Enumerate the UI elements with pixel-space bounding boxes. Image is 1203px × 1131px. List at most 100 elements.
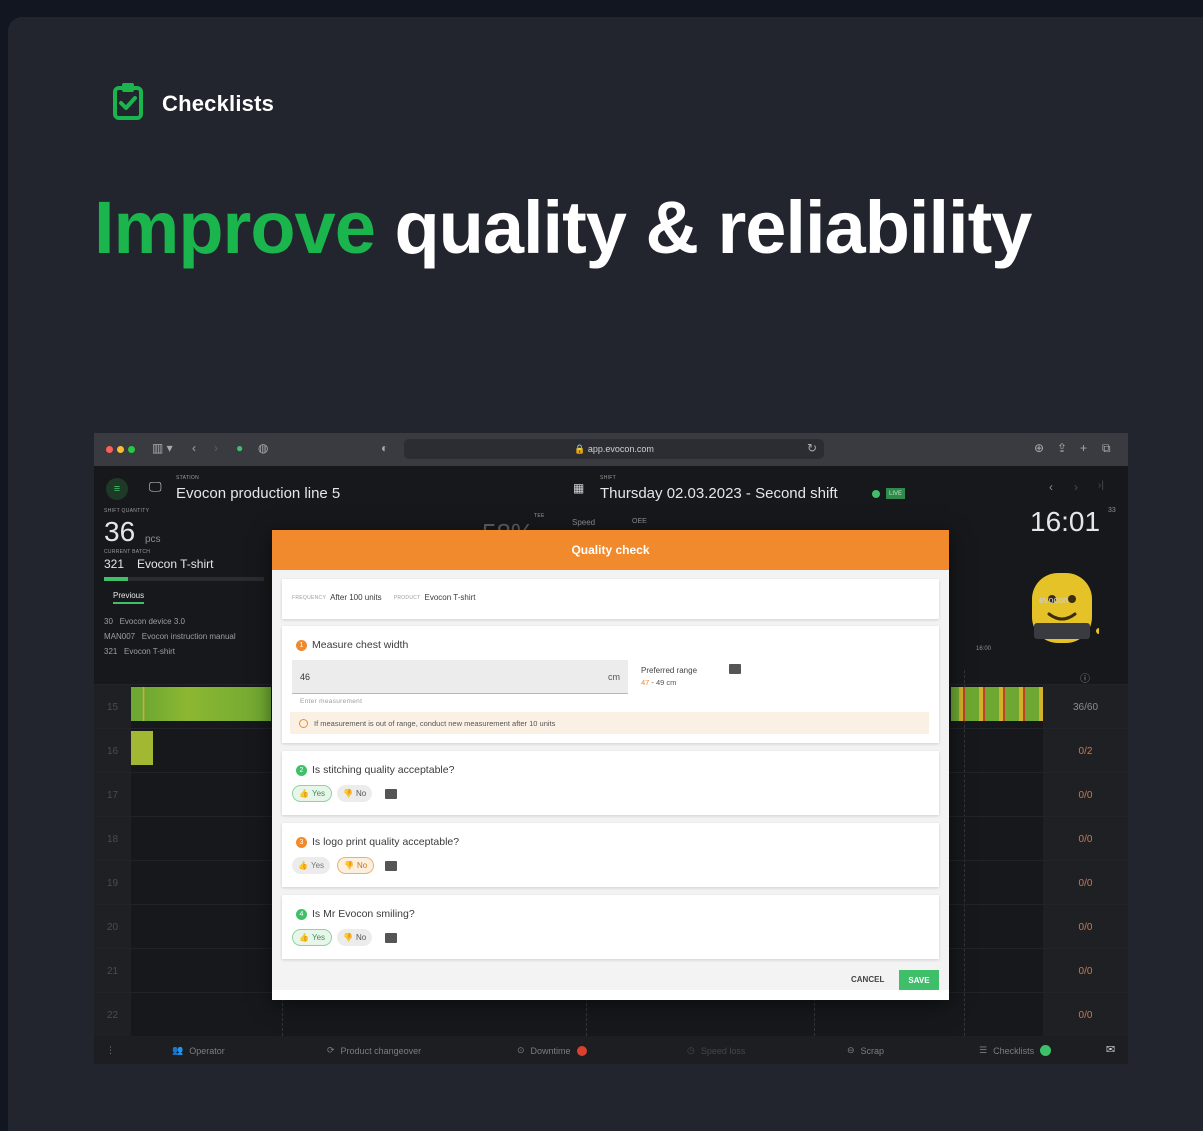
clipboard-check-icon (112, 82, 144, 125)
thumbs-up-icon: 👍 (299, 789, 309, 798)
time-axis-label: 16:00 (976, 646, 992, 652)
row-hour: 20 (94, 905, 131, 949)
range-rest: - 49 cm (649, 678, 677, 687)
cancel-button[interactable]: CANCEL (851, 975, 884, 984)
more-icon[interactable]: ⋮ (106, 1045, 115, 1056)
production-bar[interactable] (131, 687, 271, 721)
speed-loss-label: Speed loss (700, 1045, 746, 1056)
last-shift-icon[interactable]: ›| (1098, 480, 1104, 491)
lock-icon: 🔒 (574, 443, 588, 454)
measurement-warning: If measurement is out of range, conduct … (290, 712, 929, 734)
downtime-button[interactable]: ⊙ Downtime (517, 1045, 587, 1056)
yes-button[interactable]: 👍 Yes (292, 785, 333, 802)
row-count: 0/0 (1043, 993, 1128, 1037)
yes-label: Yes (311, 789, 326, 798)
extension-icon[interactable]: ● (236, 441, 243, 455)
maximize-dot-icon[interactable] (128, 446, 135, 453)
menu-icon[interactable]: ≡ (106, 478, 128, 500)
production-bar[interactable] (951, 687, 1043, 721)
speed-label: Speed (572, 518, 596, 527)
row-count: 0/0 (1043, 949, 1128, 993)
headline-accent: Improve (94, 186, 376, 269)
comment-icon[interactable] (385, 933, 397, 943)
measurement-unit: cm (608, 672, 620, 682)
dialog-body: FREQUENCY After 100 units PRODUCT Evocon… (272, 570, 949, 990)
thumbs-up-icon: 👍 (298, 861, 308, 870)
close-dot-icon[interactable] (106, 446, 113, 453)
measurement-input[interactable]: 46 cm (292, 660, 628, 694)
dialog-title: Quality check (272, 530, 949, 570)
speed-loss-button[interactable]: ◷ Speed loss (687, 1045, 745, 1056)
no-button[interactable]: 👎 No (337, 929, 373, 946)
save-button[interactable]: SAVE (899, 970, 939, 990)
yes-label: Yes (310, 861, 325, 870)
page-headline: Improve quality & reliability (94, 185, 1032, 270)
download-icon[interactable]: ⊕ (1034, 441, 1044, 455)
forward-icon[interactable]: › (214, 441, 218, 455)
address-bar[interactable]: 🔒 app.evocon.com (404, 439, 824, 459)
oee-label: TEE (534, 513, 545, 519)
measurement-value: 46 (300, 672, 311, 682)
shield-icon[interactable]: ◍ (258, 441, 268, 455)
live-dot-icon (872, 490, 880, 498)
clock-seconds: 33 (1108, 507, 1116, 514)
range-label: Preferred range (641, 666, 698, 675)
yes-button[interactable]: 👍 Yes (292, 857, 331, 874)
question-card-3: 3 Is logo print quality acceptable? 👍 Yes… (282, 823, 939, 887)
mail-icon[interactable]: ✉ (1106, 1043, 1115, 1056)
yes-button[interactable]: 👍 Yes (292, 929, 333, 946)
changeover-button[interactable]: ⟳ Product changeover (327, 1045, 421, 1056)
tab-previous[interactable]: Previous (113, 591, 145, 604)
current-batch-label: CURRENT BATCH (104, 549, 151, 555)
row-hour: 17 (94, 773, 131, 817)
oee2-label: OEE (632, 518, 647, 525)
comment-icon[interactable] (385, 861, 397, 871)
browser-toolbar: ▥ ▾ ‹ › ● ◍ ◐ 🔒 app.evocon.com ↻ ⊕ ⇪ + ⧉ (94, 433, 1128, 466)
checklist-info: FREQUENCY After 100 units PRODUCT Evocon… (282, 579, 939, 619)
privacy-icon[interactable]: ◐ (381, 441, 388, 455)
production-bar[interactable] (131, 731, 153, 765)
frequency-value: After 100 units (330, 593, 382, 602)
headline-rest: quality & reliability (394, 186, 1032, 269)
list-item: 321 Evocon T-shirt (104, 647, 176, 656)
station-label: STATION (176, 475, 200, 481)
tabs-overview-icon[interactable]: ⧉ (1102, 441, 1111, 456)
comment-icon[interactable] (385, 789, 397, 799)
thumbs-down-icon: 👎 (343, 933, 353, 942)
row-hour: 18 (94, 817, 131, 861)
question-card-1: 1 Measure chest width 46 cm Enter measur… (282, 626, 939, 743)
prev-shift-icon[interactable]: ‹ (1049, 480, 1053, 494)
no-label: No (355, 789, 367, 798)
yes-label: Yes (311, 933, 326, 942)
row-hour: 21 (94, 949, 131, 993)
no-button[interactable]: 👎 No (337, 857, 375, 874)
warning-icon (299, 718, 308, 728)
new-tab-icon[interactable]: + (1080, 441, 1087, 455)
clock: 16:01 (1030, 506, 1101, 537)
info-icon[interactable]: ⓘ (1080, 670, 1090, 685)
row-hour: 15 (94, 685, 131, 729)
sidebar-icon[interactable]: ▥ ▾ (152, 441, 173, 455)
row-count: 0/0 (1043, 817, 1128, 861)
minimize-dot-icon[interactable] (117, 446, 124, 453)
operator-icon: 👥 (172, 1045, 184, 1055)
comment-icon[interactable] (729, 664, 741, 674)
next-shift-icon[interactable]: › (1074, 480, 1078, 494)
question-title: Is stitching quality acceptable? (312, 764, 455, 776)
live-badge: LIVE (886, 488, 906, 499)
batch-history: 30 Evocon device 3.0 MAN007 Evocon instr… (104, 614, 236, 659)
scrap-button[interactable]: ⊖ Scrap (847, 1045, 884, 1056)
evocon-mascot-icon (1022, 570, 1102, 662)
operator-button[interactable]: 👥 Operator (172, 1045, 225, 1056)
calendar-icon: ▦ (573, 481, 585, 495)
row-hour: 19 (94, 861, 131, 905)
back-icon[interactable]: ‹ (192, 441, 196, 455)
checklists-button[interactable]: ☰ Checklists (979, 1045, 1052, 1056)
downtime-alert-icon (576, 1045, 587, 1056)
scrap-label: Scrap (860, 1045, 885, 1056)
share-icon[interactable]: ⇪ (1057, 441, 1067, 455)
reload-icon[interactable]: ↻ (807, 441, 817, 455)
batch-progress (104, 577, 264, 581)
no-button[interactable]: 👎 No (337, 785, 373, 802)
checklists-label: Checklists (993, 1045, 1035, 1056)
